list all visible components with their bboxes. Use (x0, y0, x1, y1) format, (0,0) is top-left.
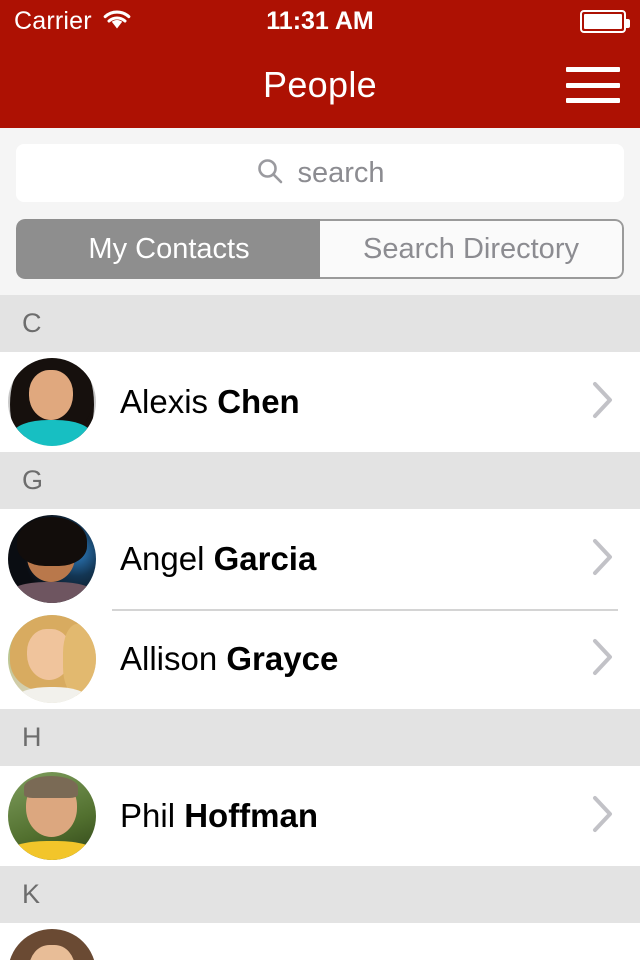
search-input[interactable]: search (16, 144, 624, 202)
carrier-label: Carrier (14, 6, 92, 35)
contact-last-name: Hoffman (184, 797, 319, 834)
section-header-h: H (0, 709, 640, 766)
navigation-bar: People (0, 42, 640, 128)
hamburger-menu-icon[interactable] (566, 63, 620, 107)
segmented-control[interactable]: My Contacts Search Directory (16, 219, 624, 279)
segment-search-directory[interactable]: Search Directory (320, 219, 624, 279)
section-header-c: C (0, 295, 640, 352)
contact-first-name: Allison (120, 640, 218, 677)
table-row[interactable]: Allison Grayce (0, 609, 640, 709)
segment-my-contacts[interactable]: My Contacts (16, 219, 320, 279)
chevron-right-icon (590, 536, 616, 583)
search-icon (255, 156, 285, 191)
contact-list: C Alexis Chen G Angel Garcia Allison Gra… (0, 295, 640, 960)
table-row[interactable]: Alexis Chen (0, 352, 640, 452)
chevron-right-icon (590, 636, 616, 683)
status-bar-left: Carrier (14, 7, 132, 36)
contact-last-name: Chen (217, 383, 300, 420)
contact-first-name: Alexis (120, 383, 209, 420)
battery-full-icon (580, 9, 630, 33)
contact-name: Angel Garcia (120, 540, 316, 578)
contact-last-name: Grayce (226, 640, 339, 677)
chevron-right-icon (590, 379, 616, 426)
table-row[interactable]: Angel Garcia (0, 509, 640, 609)
avatar (8, 772, 96, 860)
contact-name: Phil Hoffman (120, 797, 318, 835)
avatar (8, 929, 96, 960)
page-title: People (263, 64, 377, 105)
avatar (8, 358, 96, 446)
table-row[interactable] (0, 923, 640, 960)
status-bar-right (580, 9, 630, 33)
table-row[interactable]: Phil Hoffman (0, 766, 640, 866)
search-area: search (0, 128, 640, 202)
people-screen: Carrier 11:31 AM People search My Contac… (0, 0, 640, 960)
status-bar: Carrier 11:31 AM (0, 0, 640, 42)
search-placeholder: search (297, 156, 385, 189)
segmented-control-area: My Contacts Search Directory (0, 202, 640, 295)
section-header-k: K (0, 866, 640, 923)
contact-name: Alexis Chen (120, 383, 300, 421)
wifi-icon (102, 8, 132, 35)
section-header-g: G (0, 452, 640, 509)
contact-last-name: Garcia (213, 540, 317, 577)
avatar (8, 515, 96, 603)
contact-first-name: Phil (120, 797, 176, 834)
contact-first-name: Angel (120, 540, 205, 577)
contact-name: Allison Grayce (120, 640, 338, 678)
chevron-right-icon (590, 793, 616, 840)
avatar (8, 615, 96, 703)
